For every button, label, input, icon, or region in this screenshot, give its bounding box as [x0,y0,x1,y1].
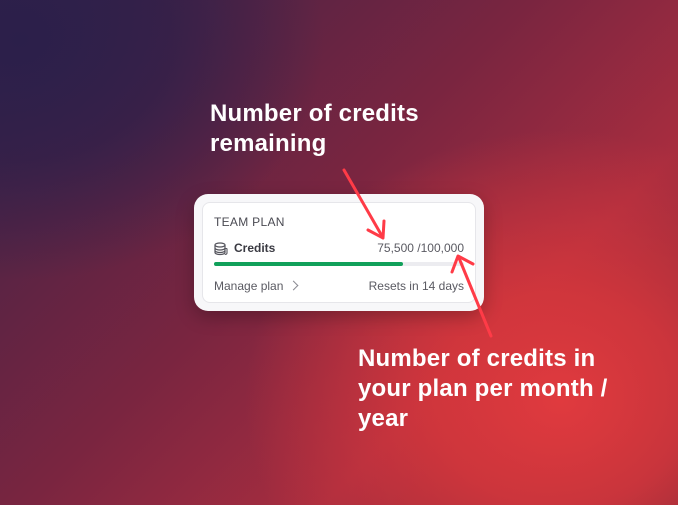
manage-plan-label: Manage plan [214,279,284,293]
credits-row: Credits 75,500 /100,000 [214,241,464,257]
credits-remaining: 75,500 [377,241,414,255]
plan-card-body: TEAM PLAN Credits 75,500 /100,000 Manage… [202,202,476,303]
credits-progress-bar [214,262,464,266]
credits-progress-fill [214,262,403,266]
plan-title: TEAM PLAN [214,215,285,229]
remaining-annotation: Number of credits remaining [210,99,470,159]
credits-amount: 75,500 /100,000 [377,241,464,255]
chevron-right-icon [288,280,299,291]
plan-credits-annotation-line1: Number of credits in [358,345,596,372]
credits-label: Credits [234,241,276,255]
plan-credits-annotation: Number of credits in your plan per month… [358,344,658,434]
reset-text: Resets in 14 days [368,279,464,293]
coins-icon [214,242,228,256]
plan-card: TEAM PLAN Credits 75,500 /100,000 Manage… [194,194,484,311]
remaining-annotation-line2: remaining [210,130,327,157]
manage-plan-link[interactable]: Manage plan [214,279,299,293]
remaining-annotation-line1: Number of credits [210,100,419,127]
plan-credits-annotation-line3: year [358,405,409,432]
credits-total: 100,000 [420,241,464,255]
credits-separator: / [413,241,421,255]
plan-credits-annotation-line2: your plan per month / [358,375,608,402]
